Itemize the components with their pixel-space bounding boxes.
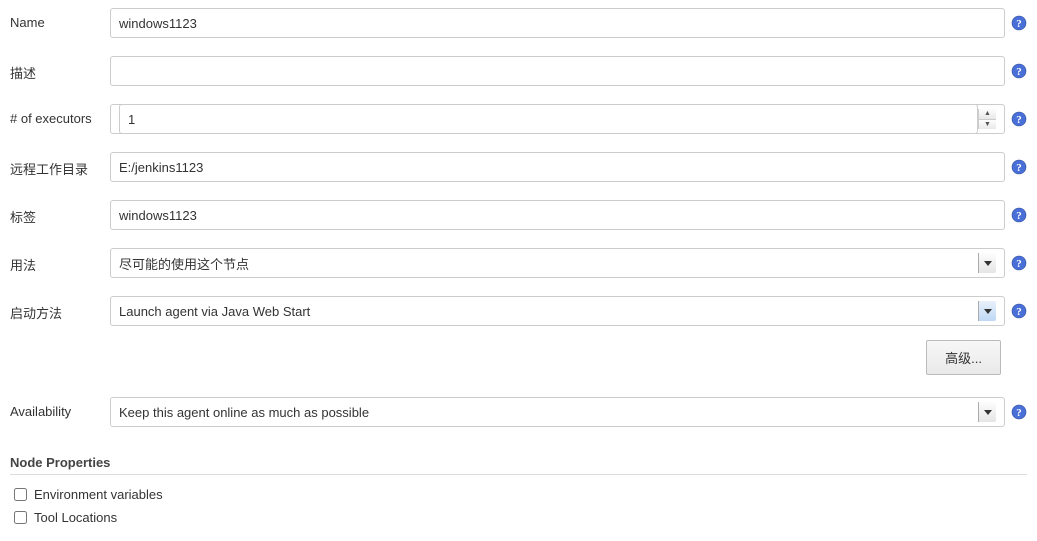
control-remote-dir: ?	[110, 152, 1027, 182]
help-icon[interactable]: ?	[1011, 63, 1027, 79]
control-labels: ?	[110, 200, 1027, 230]
control-availability: Keep this agent online as much as possib…	[110, 397, 1027, 427]
form-row-remote-dir: 远程工作目录 ?	[10, 152, 1027, 182]
usage-select-value: 尽可能的使用这个节点	[119, 254, 978, 273]
control-description: ?	[110, 56, 1027, 86]
help-icon[interactable]: ?	[1011, 404, 1027, 420]
label-usage: 用法	[10, 248, 110, 274]
labels-input[interactable]	[110, 200, 1005, 230]
form-row-executors: # of executors ▲ ▼ ?	[10, 104, 1027, 134]
availability-select[interactable]: Keep this agent online as much as possib…	[110, 397, 1005, 427]
tool-locations-label[interactable]: Tool Locations	[34, 510, 117, 525]
label-name: Name	[10, 8, 110, 30]
remote-dir-input[interactable]	[110, 152, 1005, 182]
form-row-launch-method: 启动方法 Launch agent via Java Web Start ?	[10, 296, 1027, 326]
checkbox-row-env-vars: Environment variables	[14, 487, 1027, 502]
control-usage: 尽可能的使用这个节点 ?	[110, 248, 1027, 278]
launch-method-select-value: Launch agent via Java Web Start	[119, 304, 978, 319]
label-executors: # of executors	[10, 104, 110, 126]
usage-select[interactable]: 尽可能的使用这个节点	[110, 248, 1005, 278]
description-input[interactable]	[110, 56, 1005, 86]
svg-text:?: ?	[1016, 162, 1022, 174]
advanced-button[interactable]: 高级...	[926, 340, 1001, 375]
control-executors: ▲ ▼ ?	[110, 104, 1027, 134]
label-remote-dir: 远程工作目录	[10, 152, 110, 178]
help-icon[interactable]: ?	[1011, 255, 1027, 271]
svg-text:?: ?	[1016, 258, 1022, 270]
svg-text:?: ?	[1016, 407, 1022, 419]
env-vars-label[interactable]: Environment variables	[34, 487, 163, 502]
help-icon[interactable]: ?	[1011, 207, 1027, 223]
executors-input[interactable]	[119, 104, 978, 134]
advanced-button-row: 高级...	[10, 340, 1027, 375]
help-icon[interactable]: ?	[1011, 111, 1027, 127]
help-icon[interactable]: ?	[1011, 15, 1027, 31]
svg-text:?: ?	[1016, 18, 1022, 30]
label-labels: 标签	[10, 200, 110, 226]
availability-select-value: Keep this agent online as much as possib…	[119, 405, 978, 420]
form-row-description: 描述 ?	[10, 56, 1027, 86]
label-launch-method: 启动方法	[10, 296, 110, 322]
label-description: 描述	[10, 56, 110, 82]
env-vars-checkbox[interactable]	[14, 488, 27, 501]
checkbox-row-tool-locations: Tool Locations	[14, 510, 1027, 525]
tool-locations-checkbox[interactable]	[14, 511, 27, 524]
help-icon[interactable]: ?	[1011, 303, 1027, 319]
executors-input-wrap: ▲ ▼	[110, 104, 1005, 134]
number-spinner: ▲ ▼	[978, 109, 996, 129]
chevron-down-icon	[978, 402, 996, 422]
control-name: ?	[110, 8, 1027, 38]
form-row-name: Name ?	[10, 8, 1027, 38]
chevron-down-icon	[978, 253, 996, 273]
help-icon[interactable]: ?	[1011, 159, 1027, 175]
svg-text:?: ?	[1016, 114, 1022, 126]
spinner-down-button[interactable]: ▼	[979, 120, 996, 130]
name-input[interactable]	[110, 8, 1005, 38]
svg-text:?: ?	[1016, 66, 1022, 78]
form-row-labels: 标签 ?	[10, 200, 1027, 230]
control-launch-method: Launch agent via Java Web Start ?	[110, 296, 1027, 326]
chevron-down-icon	[978, 301, 996, 321]
form-row-usage: 用法 尽可能的使用这个节点 ?	[10, 248, 1027, 278]
launch-method-select[interactable]: Launch agent via Java Web Start	[110, 296, 1005, 326]
form-row-availability: Availability Keep this agent online as m…	[10, 397, 1027, 427]
node-properties-header: Node Properties	[10, 455, 1027, 475]
spinner-up-button[interactable]: ▲	[979, 109, 996, 120]
svg-text:?: ?	[1016, 306, 1022, 318]
svg-text:?: ?	[1016, 210, 1022, 222]
label-availability: Availability	[10, 397, 110, 419]
